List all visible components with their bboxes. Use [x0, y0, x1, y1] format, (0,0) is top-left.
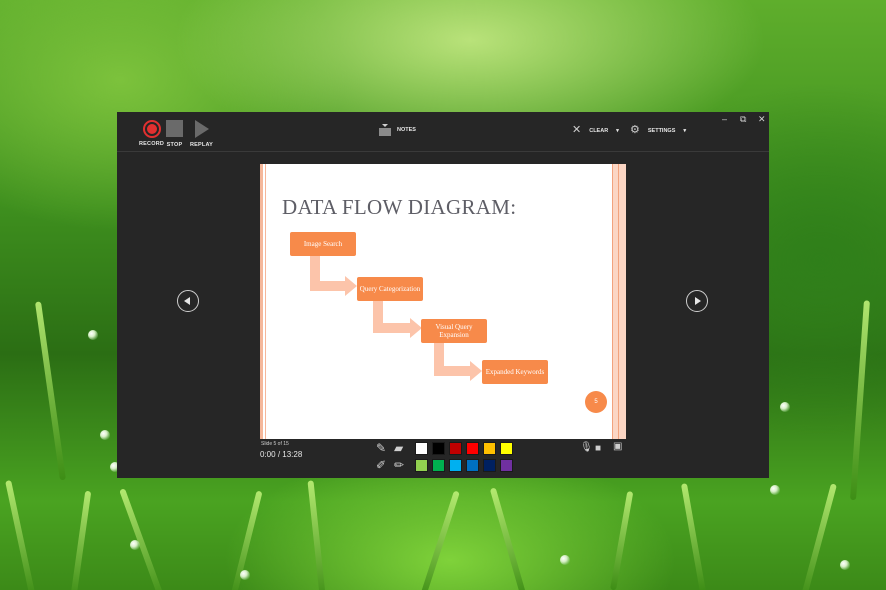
flow-box-visual-query-expansion: Visual Query Expansion — [421, 319, 487, 343]
clear-button[interactable]: ✕ CLEAR ▾ — [572, 125, 619, 136]
flow-arrow-1 — [310, 255, 357, 296]
flow-arrow-3 — [434, 340, 482, 381]
settings-label: SETTINGS — [647, 127, 676, 134]
flow-box-expanded-keywords: Expanded Keywords — [482, 360, 548, 384]
microphone-icon[interactable]: 🎙 — [580, 443, 593, 453]
pencil-icon[interactable]: ✏ — [394, 459, 404, 471]
slide-canvas: DATA FLOW DIAGRAM: Image Search Query Ca… — [260, 164, 626, 439]
camera-icon[interactable]: ■ — [595, 444, 601, 454]
flow-box-query-categorization: Query Categorization — [357, 277, 423, 301]
record-icon — [142, 120, 161, 138]
slide-counter: Slide 5 of 15 — [261, 441, 289, 447]
chevron-left-icon — [184, 297, 190, 305]
flow-arrow-2 — [373, 298, 422, 338]
color-swatch-yellow[interactable] — [500, 442, 513, 455]
restore-button[interactable]: ⧉ — [740, 114, 746, 125]
record-label: RECORD — [139, 141, 165, 147]
chevron-down-icon: ▾ — [616, 127, 619, 134]
color-swatch-light-blue[interactable] — [449, 459, 462, 472]
color-swatch-green[interactable] — [432, 459, 445, 472]
minimize-button[interactable]: – — [722, 114, 727, 124]
notes-button[interactable]: NOTES — [379, 124, 416, 136]
stop-button[interactable]: STOP — [166, 120, 183, 148]
slide-page-number: 5 — [585, 391, 607, 413]
pen-icon[interactable]: ✎ — [376, 442, 386, 454]
replay-icon — [194, 120, 209, 138]
presenter-window: – ⧉ ✕ RECORD STOP REPLAY NOTES ✕ CLEAR ▾… — [117, 112, 769, 478]
clear-label: CLEAR — [589, 127, 609, 134]
next-slide-button[interactable] — [686, 290, 708, 312]
replay-button[interactable]: REPLAY — [190, 120, 213, 148]
color-swatch-dark-red[interactable] — [449, 442, 462, 455]
record-button[interactable]: RECORD — [139, 120, 164, 147]
close-button[interactable]: ✕ — [758, 114, 766, 125]
highlighter-icon[interactable]: ✐ — [376, 459, 386, 471]
camera-preview-icon[interactable]: ▣ — [613, 442, 622, 452]
notes-icon — [379, 124, 391, 136]
bottom-bar: Slide 5 of 15 0:00 / 13:28 ✎ ▰ ✐ ✏ 🎙 ■ ▣ — [117, 439, 769, 478]
stop-label: STOP — [166, 142, 183, 148]
timer: 0:00 / 13:28 — [260, 450, 302, 459]
settings-icon: ⚙ — [630, 124, 640, 136]
color-swatch-white[interactable] — [415, 442, 428, 455]
total-time: 13:28 — [282, 450, 303, 459]
color-swatch-light-green[interactable] — [415, 459, 428, 472]
flow-arrows — [310, 255, 482, 381]
clear-icon: ✕ — [572, 124, 582, 136]
previous-slide-button[interactable] — [177, 290, 199, 312]
chevron-down-icon: ▾ — [683, 127, 687, 134]
color-swatch-red[interactable] — [466, 442, 479, 455]
eraser-icon[interactable]: ▰ — [394, 442, 403, 454]
color-swatch-purple[interactable] — [500, 459, 513, 472]
time-separator: / — [277, 450, 281, 459]
color-swatch-black[interactable] — [432, 442, 445, 455]
stop-icon — [166, 120, 183, 137]
notes-label: NOTES — [397, 127, 416, 133]
chevron-right-icon — [695, 297, 701, 305]
color-swatch-blue[interactable] — [466, 459, 479, 472]
flow-box-image-search: Image Search — [290, 232, 356, 256]
replay-label: REPLAY — [190, 142, 214, 148]
color-swatch-orange[interactable] — [483, 442, 496, 455]
elapsed-time: 0:00 — [260, 450, 276, 459]
color-swatch-dark-blue[interactable] — [483, 459, 496, 472]
settings-button[interactable]: ⚙ SETTINGS ▾ — [630, 125, 686, 136]
top-toolbar: – ⧉ ✕ RECORD STOP REPLAY NOTES ✕ CLEAR ▾… — [117, 112, 769, 152]
